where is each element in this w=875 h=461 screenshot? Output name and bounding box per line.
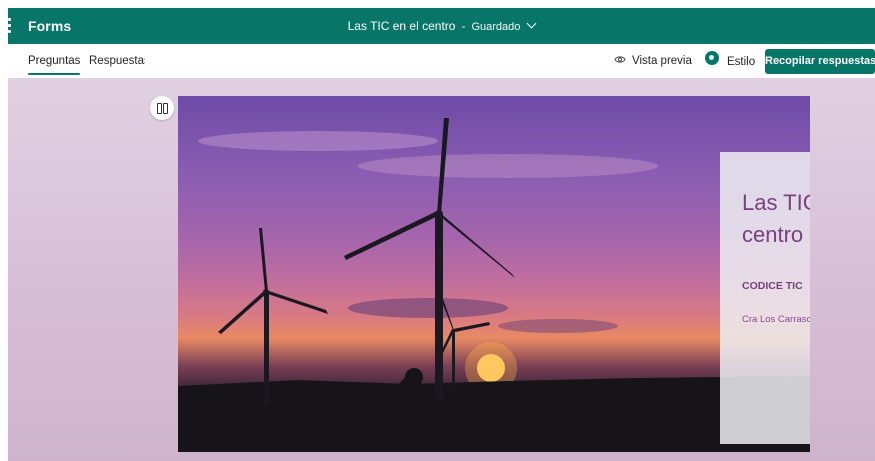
top-bar: Forms Las TIC en el centro - Guardado	[8, 8, 875, 44]
collect-responses-button[interactable]: Recopilar respuestas	[765, 49, 875, 74]
tab-respuestas[interactable]: Respuestas	[89, 55, 150, 67]
layout-toggle-icon[interactable]	[150, 96, 174, 120]
document-title-area[interactable]: Las TIC en el centro - Guardado	[8, 18, 875, 33]
form-title[interactable]: Las TIC en el centro	[742, 187, 810, 251]
preview-label: Vista previa	[632, 55, 692, 67]
form-title-card[interactable]: Las TIC en el centro CODICE TIC Cra Los …	[720, 152, 810, 444]
wind-turbines-image	[178, 118, 810, 452]
tab-preguntas[interactable]: Preguntas	[28, 55, 81, 75]
tab-label: Respuestas	[89, 55, 150, 67]
command-bar: Preguntas Respuestas Vista previa Estilo…	[8, 44, 875, 79]
response-count-placeholder	[145, 53, 167, 69]
eye-icon	[614, 56, 626, 64]
preview-button[interactable]: Vista previa	[614, 55, 692, 67]
forms-app: Forms Las TIC en el centro - Guardado Preg…	[8, 8, 875, 461]
style-button[interactable]: Estilo	[705, 51, 756, 69]
style-label: Estilo	[727, 56, 756, 69]
form-description[interactable]: Cra Los Carrascales	[742, 314, 810, 325]
palette-icon	[705, 51, 719, 65]
form-canvas: Las TIC en el centro CODICE TIC Cra Los …	[8, 78, 875, 461]
tab-label: Preguntas	[28, 55, 81, 67]
document-title[interactable]: Las TIC en el centro	[348, 19, 456, 33]
title-separator: -	[461, 19, 466, 33]
header-image: Las TIC en el centro CODICE TIC Cra Los …	[178, 96, 810, 452]
form-subtitle[interactable]: CODICE TIC	[742, 280, 803, 292]
save-status: Guardado	[471, 21, 521, 33]
chevron-down-icon[interactable]	[526, 18, 537, 29]
selected-tab-indicator	[28, 73, 81, 75]
